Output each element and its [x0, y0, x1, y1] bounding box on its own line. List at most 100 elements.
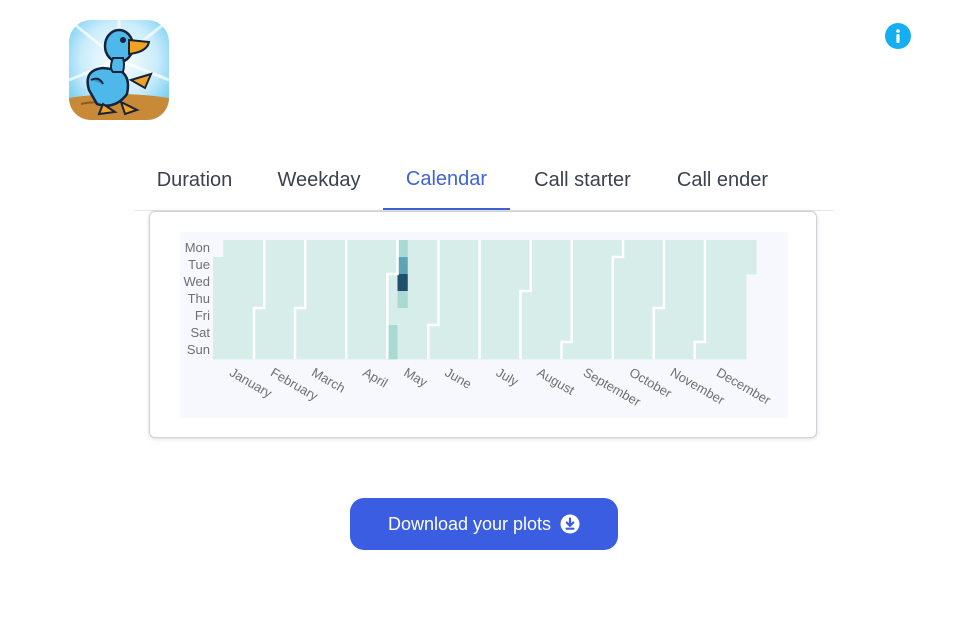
heatmap-cell	[725, 308, 737, 326]
heatmap-cell	[243, 291, 255, 309]
heatmap-cell	[438, 291, 450, 309]
heatmap-cell	[366, 342, 378, 360]
heatmap-cell	[315, 257, 327, 275]
heatmap-cell	[664, 257, 675, 275]
heatmap-cell	[356, 325, 368, 343]
heatmap-cell	[582, 291, 593, 309]
heatmap-cell	[735, 291, 747, 309]
heatmap-cell	[274, 342, 286, 360]
heatmap-cell	[356, 342, 368, 360]
heatmap-cell	[356, 257, 368, 275]
heatmap-cell	[623, 342, 634, 360]
heatmap-cell	[315, 291, 327, 309]
heatmap-cell	[295, 308, 306, 326]
heatmap-cell	[530, 274, 542, 292]
heatmap-cell	[418, 240, 429, 258]
heatmap-cell	[315, 308, 327, 326]
heatmap-cell	[520, 291, 532, 309]
heatmap-cell	[664, 308, 675, 326]
download-plots-button[interactable]: Download your plots	[350, 498, 618, 550]
heatmap-cell	[746, 257, 757, 275]
heatmap-cell	[725, 240, 737, 258]
tab-call-ender[interactable]: Call ender	[655, 150, 790, 210]
heatmap-cell	[674, 308, 685, 326]
heatmap-cell	[366, 325, 378, 343]
heatmap-cell	[489, 342, 501, 360]
heatmap-cell	[582, 257, 593, 275]
heatmap-cell	[377, 257, 388, 275]
heatmap-cell	[694, 342, 706, 360]
heatmap-cell	[510, 257, 521, 275]
plot-tabs: Duration Weekday Calendar Call starter C…	[134, 150, 834, 211]
day-label: Sun	[187, 342, 210, 357]
heatmap-cell	[223, 342, 234, 360]
heatmap-cell	[295, 325, 306, 343]
heatmap-cell	[489, 308, 501, 326]
info-button[interactable]	[885, 23, 911, 49]
heatmap-cell	[397, 257, 409, 275]
heatmap-cell	[223, 257, 234, 275]
tab-duration[interactable]: Duration	[134, 150, 255, 210]
heatmap-cell	[223, 291, 234, 309]
heatmap-cell	[397, 342, 409, 360]
heatmap-cell	[448, 342, 460, 360]
heatmap-cell	[346, 291, 357, 309]
heatmap-cell	[633, 291, 644, 309]
heatmap-cell	[448, 308, 460, 326]
heatmap-cell	[366, 274, 378, 292]
heatmap-cell	[520, 308, 532, 326]
heatmap-cell	[592, 240, 603, 258]
calendar-plot-card: Mon Tue Wed Thu Fri Sat Sun January February Mar…	[149, 211, 817, 438]
heatmap-cell	[305, 342, 316, 360]
heatmap-cell	[407, 308, 419, 326]
heatmap-cell	[428, 325, 439, 343]
heatmap-cell	[213, 291, 224, 309]
heatmap-cell	[541, 257, 552, 275]
heatmap-cell	[479, 240, 491, 258]
heatmap-cell	[705, 291, 716, 309]
heatmap-cell	[715, 257, 726, 275]
tab-calendar[interactable]: Calendar	[383, 150, 510, 210]
day-label: Tue	[188, 257, 210, 272]
heatmap-cell	[592, 257, 603, 275]
heatmap-cell	[366, 240, 378, 258]
tab-call-starter[interactable]: Call starter	[510, 150, 655, 210]
heatmap-cell	[510, 274, 521, 292]
heatmap-cell	[500, 342, 511, 360]
heatmap-cell	[233, 325, 245, 343]
tab-weekday[interactable]: Weekday	[255, 150, 383, 210]
heatmap-cell	[356, 291, 368, 309]
heatmap-cell	[653, 325, 665, 343]
heatmap-cell	[243, 274, 255, 292]
heatmap-cell	[612, 274, 624, 292]
heatmap-cell	[592, 291, 603, 309]
heatmap-cell	[541, 274, 552, 292]
heatmap-cell	[346, 308, 357, 326]
heatmap-cell	[346, 342, 357, 360]
heatmap-cell	[459, 291, 470, 309]
heatmap-cell	[674, 291, 685, 309]
heatmap-cell	[705, 342, 716, 360]
heatmap-cell	[397, 240, 409, 258]
heatmap-cell	[243, 240, 255, 258]
heatmap-cell	[530, 342, 542, 360]
heatmap-cell	[530, 308, 542, 326]
heatmap-cell	[571, 240, 583, 258]
heatmap-cell	[684, 257, 696, 275]
heatmap-cell	[479, 308, 491, 326]
heatmap-cell	[623, 257, 634, 275]
heatmap-cell	[438, 342, 450, 360]
heatmap-cell	[561, 342, 573, 360]
day-label: Wed	[184, 274, 211, 289]
heatmap-cell	[448, 291, 460, 309]
heatmap-cell	[284, 291, 296, 309]
calendar-heatmap: MonTueWedThuFriSatSun JanuaryFebruaryMar…	[180, 232, 788, 418]
heatmap-cell	[571, 274, 583, 292]
heatmap-cell	[551, 325, 562, 343]
day-label: Thu	[188, 291, 210, 306]
heatmap-cell	[223, 240, 234, 258]
heatmap-cell	[541, 342, 552, 360]
heatmap-cell	[489, 291, 501, 309]
heatmap-cell	[684, 308, 696, 326]
heatmap-cell	[305, 240, 316, 258]
